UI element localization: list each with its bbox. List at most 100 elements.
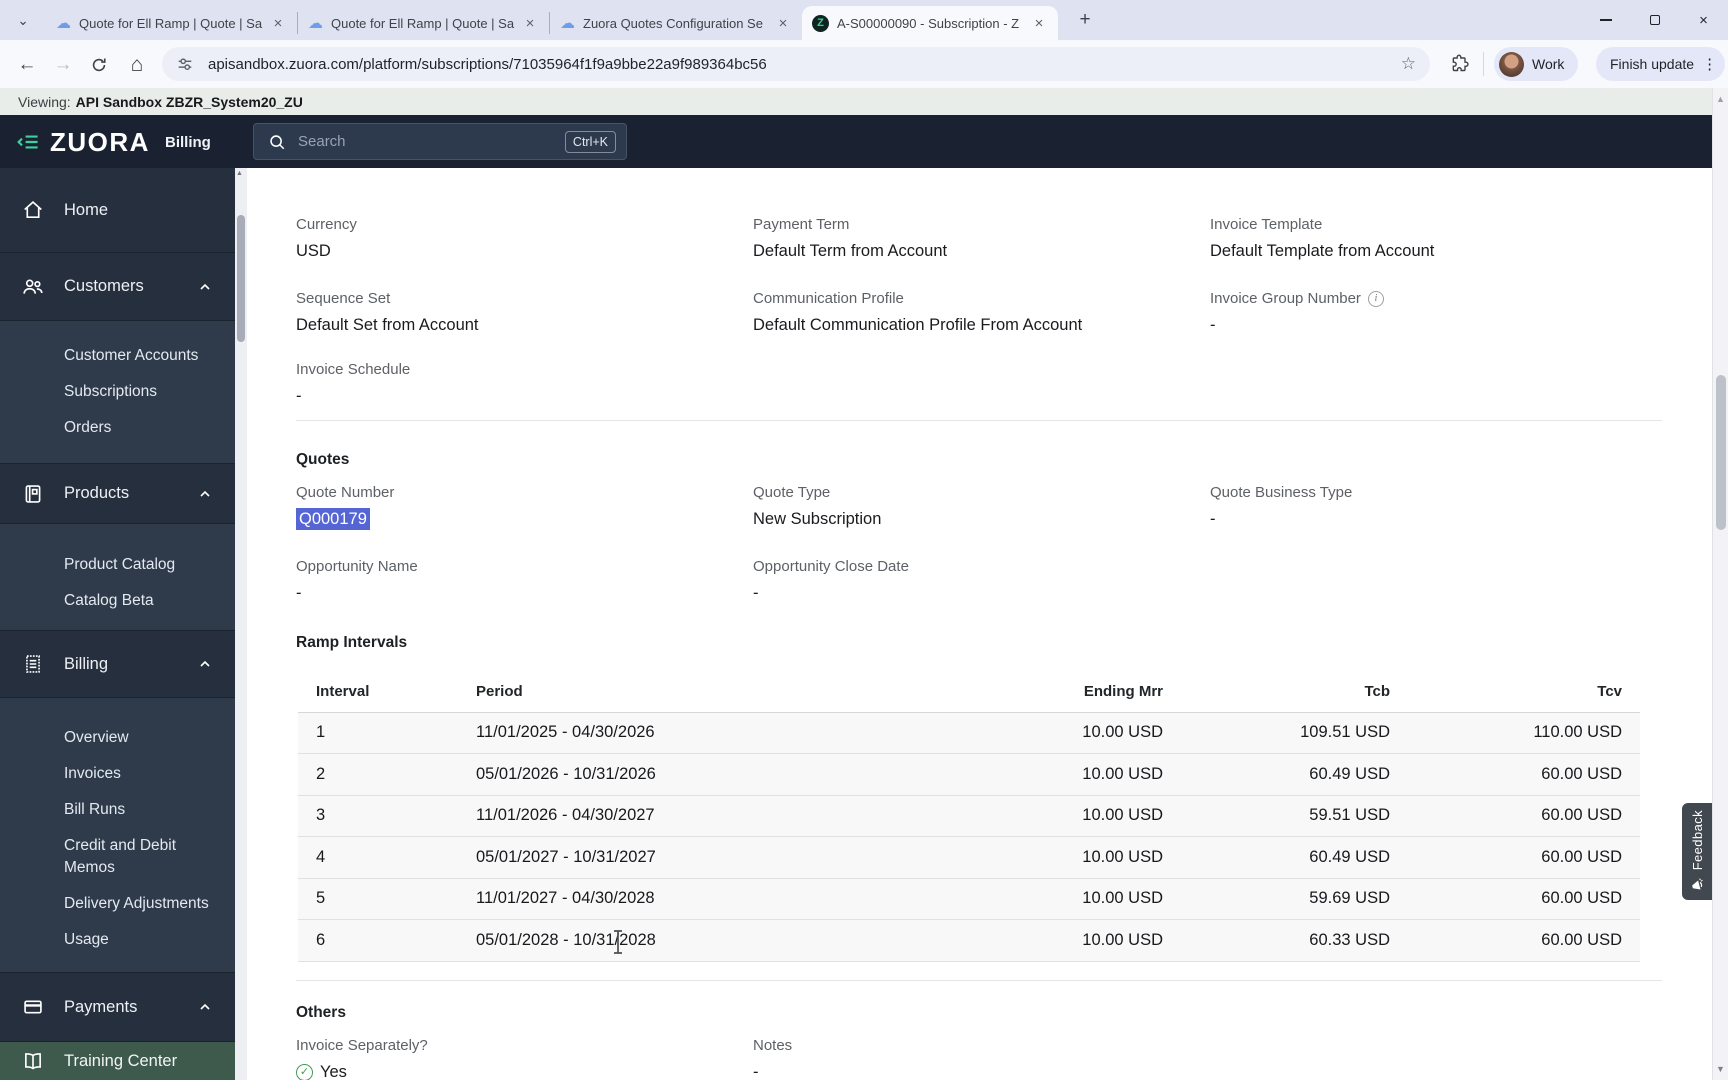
sidebar-scrollbar[interactable]: ▲ [235, 168, 247, 1080]
tab-title: Zuora Quotes Configuration Se [583, 15, 763, 31]
zuora-favicon: Z [812, 14, 829, 32]
scroll-up-arrow-icon[interactable]: ▲ [1716, 94, 1725, 104]
quotes-section-title: Quotes [296, 451, 350, 468]
close-icon[interactable]: × [1030, 14, 1048, 32]
scroll-down-arrow-icon[interactable]: ▼ [1716, 1064, 1725, 1074]
search-placeholder: Search [298, 133, 346, 150]
section-divider [296, 980, 1662, 981]
window-maximize-button[interactable] [1630, 0, 1679, 40]
window-minimize-button[interactable] [1581, 0, 1630, 40]
table-row: 5 11/01/2027 - 04/30/2028 10.00 USD 59.69 U… [298, 878, 1640, 920]
sidebar-item-payments[interactable]: Payments [0, 973, 235, 1042]
sidebar-item-overview[interactable]: Overview [0, 720, 235, 756]
sidebar-toggle-button[interactable] [16, 130, 40, 154]
billing-icon [26, 655, 40, 673]
sidebar-nav: Home Customers Customer Accounts Subscri… [0, 168, 235, 1080]
sidebar-submenu-customers: Customer Accounts Subscriptions Orders [0, 321, 235, 464]
chevron-up-icon [200, 660, 210, 667]
page-scrollbar[interactable]: ▲ ▼ [1712, 88, 1728, 1080]
close-icon[interactable]: × [269, 14, 287, 32]
info-icon[interactable]: i [1367, 291, 1384, 307]
back-button[interactable]: ← [14, 52, 40, 78]
sidebar-item-customers[interactable]: Customers [0, 253, 235, 321]
zuora-logo[interactable]: ZUORA [50, 127, 150, 158]
column-header: Ending Mrr [878, 672, 1183, 713]
page-scrollbar-thumb[interactable] [1716, 375, 1726, 530]
sidebar-scrollbar-thumb[interactable] [237, 215, 245, 342]
sidebar-item-product-catalog[interactable]: Product Catalog [0, 547, 235, 583]
sidebar-item-products[interactable]: Products [0, 464, 235, 524]
browser-tab-strip: ⌄ ☁ Quote for Ell Ramp | Quote | Sa × ☁ … [0, 0, 1728, 40]
table-row: 6 05/01/2028 - 10/31/2028 10.00 USD 60.33 U… [298, 919, 1640, 962]
check-circle-icon: ✓ [296, 1063, 313, 1080]
sidebar-item-bill-runs[interactable]: Bill Runs [0, 792, 235, 828]
feedback-label: Feedback [1689, 810, 1705, 871]
field-currency: Currency USD [296, 216, 357, 260]
close-icon: × [1699, 11, 1708, 29]
sidebar-item-customer-accounts[interactable]: Customer Accounts [0, 338, 235, 374]
screen: ⌄ ☁ Quote for Ell Ramp | Quote | Sa × ☁ … [0, 0, 1728, 1080]
training-book-icon [25, 1053, 41, 1070]
finish-update-label: Finish update [1610, 56, 1695, 72]
home-button[interactable]: ⌂ [124, 52, 150, 78]
selected-text[interactable]: Q000179 [296, 508, 370, 530]
window-close-button[interactable]: × [1679, 0, 1728, 40]
sidebar-item-invoices[interactable]: Invoices [0, 756, 235, 792]
forward-icon: → [53, 54, 73, 75]
field-invoice-separately: Invoice Separately? ✓ Yes [296, 1037, 428, 1080]
search-icon [270, 134, 285, 149]
tab-search-button[interactable]: ⌄ [10, 8, 36, 34]
section-divider [296, 420, 1662, 421]
field-quote-business-type: Quote Business Type - [1210, 484, 1353, 528]
profile-label: Work [1532, 56, 1565, 72]
scroll-up-arrow-icon[interactable]: ▲ [236, 170, 243, 177]
toolbar-divider [1483, 52, 1484, 76]
sidebar-collapse-icon [17, 135, 38, 149]
search-shortcut-badge: Ctrl+K [564, 130, 616, 153]
url-text[interactable]: apisandbox.zuora.com/platform/subscripti… [208, 56, 1401, 73]
salesforce-cloud-icon: ☁ [560, 15, 575, 32]
text-cursor [614, 930, 622, 954]
product-name: Billing [165, 134, 211, 151]
sidebar-item-subscriptions[interactable]: Subscriptions [0, 374, 235, 410]
browser-profile-button[interactable]: Work [1494, 47, 1579, 81]
browser-tab-3[interactable]: ☁ Zuora Quotes Configuration Se × [550, 12, 802, 34]
browser-tab-active[interactable]: Z A-S00000090 - Subscription - Z × [802, 6, 1058, 40]
sidebar-item-catalog-beta[interactable]: Catalog Beta [0, 583, 235, 619]
sidebar-submenu-billing: Overview Invoices Bill Runs Credit and D… [0, 698, 235, 973]
bookmark-star-icon[interactable]: ☆ [1401, 54, 1416, 74]
field-sequence-set: Sequence Set Default Set from Account [296, 290, 479, 334]
sidebar-item-billing[interactable]: Billing [0, 631, 235, 698]
site-info-icon[interactable] [176, 55, 194, 73]
field-communication-profile: Communication Profile Default Communicat… [753, 290, 1083, 334]
sidebar-item-label: Customers [64, 277, 144, 295]
field-opportunity-name: Opportunity Name - [296, 558, 418, 602]
reload-button[interactable] [86, 52, 112, 78]
close-icon[interactable]: × [774, 14, 792, 32]
tab-title: A-S00000090 - Subscription - Z [837, 15, 1020, 31]
browser-tab-1[interactable]: ☁ Quote for Ell Ramp | Quote | Sa × [46, 12, 298, 34]
sidebar-item-label: Payments [64, 997, 138, 1016]
field-invoice-schedule: Invoice Schedule - [296, 361, 411, 405]
finish-update-button[interactable]: Finish update ⋮ [1596, 47, 1726, 81]
column-header: Tcb [1183, 672, 1410, 713]
new-tab-button[interactable]: + [1072, 7, 1098, 33]
table-row: 4 05/01/2027 - 10/31/2027 10.00 USD 60.49 U… [298, 836, 1640, 879]
browser-tab-2[interactable]: ☁ Quote for Ell Ramp | Quote | Sa × [298, 12, 550, 34]
sidebar-item-usage[interactable]: Usage [0, 922, 235, 958]
browser-menu-icon[interactable]: ⋮ [1702, 55, 1717, 73]
sidebar-item-credit-debit-memos[interactable]: Credit and Debit Memos [0, 828, 235, 886]
sidebar-item-training-center[interactable]: Training Center [0, 1042, 235, 1080]
field-invoice-template: Invoice Template Default Template from A… [1210, 216, 1435, 260]
extensions-icon[interactable] [1450, 53, 1470, 73]
tab-title: Quote for Ell Ramp | Quote | Sa [331, 15, 515, 31]
feedback-button[interactable]: Feedback [1682, 803, 1712, 900]
address-bar[interactable]: apisandbox.zuora.com/platform/subscripti… [162, 47, 1430, 81]
sidebar-item-delivery-adjustments[interactable]: Delivery Adjustments [0, 886, 235, 922]
global-search-input[interactable]: Search Ctrl+K [253, 123, 627, 160]
close-icon[interactable]: × [521, 14, 539, 32]
sidebar-item-home[interactable]: Home [0, 168, 235, 253]
chevron-up-icon [200, 1003, 210, 1010]
sidebar-item-orders[interactable]: Orders [0, 410, 235, 446]
forward-button[interactable]: → [50, 52, 76, 78]
